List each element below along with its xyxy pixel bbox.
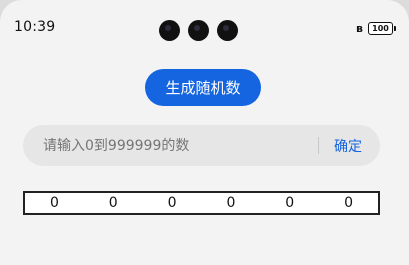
camera-lens-icon bbox=[188, 20, 209, 41]
confirm-button[interactable]: 确定 bbox=[323, 125, 373, 166]
status-bar: 10:39 ʙ 100 bbox=[0, 0, 409, 44]
digit-cell: 0 bbox=[108, 195, 118, 211]
status-time: 10:39 bbox=[14, 19, 56, 35]
battery-icon: 100 bbox=[368, 22, 396, 35]
digit-cell: 0 bbox=[344, 195, 354, 211]
camera-lens-icon bbox=[159, 20, 180, 41]
divider bbox=[318, 137, 319, 154]
status-icons: ʙ 100 bbox=[356, 22, 396, 35]
phone-screen: 10:39 ʙ 100 生成随机数 确定 0 0 0 0 0 0 bbox=[0, 0, 409, 265]
camera-cutout bbox=[159, 20, 238, 41]
digit-cell: 0 bbox=[49, 195, 59, 211]
generate-random-button[interactable]: 生成随机数 bbox=[145, 69, 261, 106]
bluetooth-icon: ʙ bbox=[356, 22, 363, 35]
number-input[interactable] bbox=[43, 125, 303, 166]
digits-display: 0 0 0 0 0 0 bbox=[23, 191, 380, 215]
digit-cell: 0 bbox=[167, 195, 177, 211]
number-input-row: 确定 bbox=[23, 125, 380, 166]
camera-lens-icon bbox=[217, 20, 238, 41]
digit-cell: 0 bbox=[285, 195, 295, 211]
digit-cell: 0 bbox=[226, 195, 236, 211]
